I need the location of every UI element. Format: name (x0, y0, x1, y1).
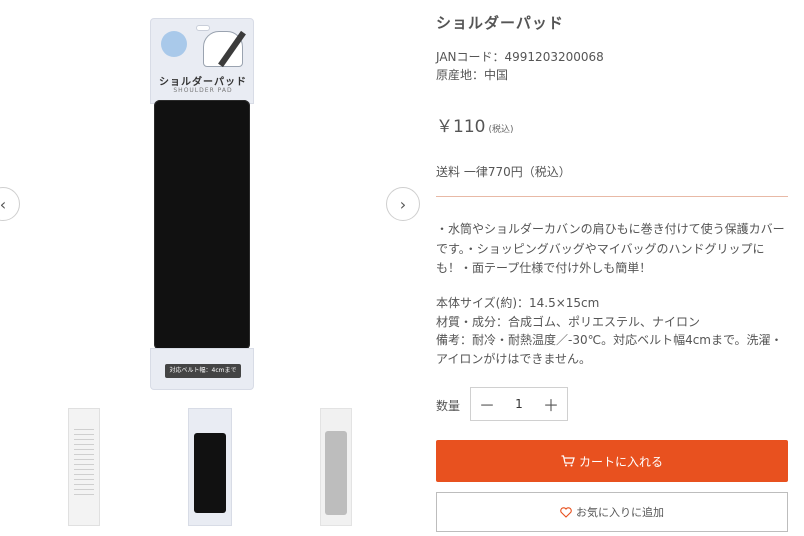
country-of-origin: 原産地：中国 (436, 68, 509, 82)
product-specs: 本体サイズ(約)：14.5×15cm 材質・成分：合成ゴム、ポリエステル、ナイロ… (436, 294, 788, 368)
add-to-cart-label: カートに入れる (578, 454, 663, 469)
package-header: ショルダーパッド SHOULDER PAD (150, 18, 254, 104)
product-info: ショルダーパッド JANコード：4991203200068 原産地：中国 ￥11… (436, 0, 796, 536)
thumbnail-front[interactable] (180, 404, 240, 530)
package-badge (161, 31, 187, 57)
package-title: ショルダーパッド (159, 77, 247, 88)
product-description: ・水筒やショルダーカバンの肩ひもに巻き付けて使う保護カバーです。・ショッピングバ… (436, 222, 785, 275)
cart-icon (561, 455, 575, 467)
chevron-left-icon: ‹ (0, 194, 7, 214)
gallery-prev-button[interactable]: ‹ (0, 187, 20, 221)
product-gallery: ショルダーパッド SHOULDER PAD 対応ベルト幅：4cmまで ‹ › (0, 0, 420, 536)
add-to-favorites-button[interactable]: お気に入りに追加 (436, 492, 788, 532)
black-shoulder-pad (154, 100, 250, 350)
shipping-info: 送料 一律770円（税込） (436, 165, 571, 179)
quantity-decrement-button[interactable]: － (471, 388, 503, 420)
thumbnail-strip (40, 404, 380, 530)
spec-notes: 備考：耐冷・耐熱温度／-30℃。対応ベルト幅4cmまで。洗濯・アイロンがけはでき… (436, 333, 783, 366)
spec-material: 材質・成分：合成ゴム、ポリエステル、ナイロン (436, 314, 701, 329)
quantity-increment-button[interactable]: ＋ (535, 388, 567, 420)
package-footer: 対応ベルト幅：4cmまで (150, 348, 254, 390)
thumbnail-front-image (188, 408, 232, 526)
gallery-next-button[interactable]: › (386, 187, 420, 221)
quantity-label: 数量 (436, 399, 461, 413)
quantity-stepper: － 1 ＋ (470, 387, 568, 421)
divider (436, 196, 788, 197)
chevron-right-icon: › (399, 194, 407, 214)
tax-note: (税込) (488, 125, 514, 135)
main-product-image: ショルダーパッド SHOULDER PAD 対応ベルト幅：4cmまで (150, 18, 254, 390)
thumbnail-gray-pad (325, 431, 347, 515)
belt-width-label: 対応ベルト幅：4cmまで (165, 364, 241, 378)
add-to-cart-button[interactable]: カートに入れる (436, 440, 788, 482)
spec-size: 本体サイズ(約)：14.5×15cm (436, 296, 600, 310)
quantity-input[interactable]: 1 (503, 397, 535, 411)
hang-hole (196, 25, 210, 31)
add-to-favorites-label: お気に入りに追加 (576, 506, 664, 519)
jan-code: JANコード：4991203200068 (436, 50, 604, 64)
thumbnail-gray-image (320, 408, 352, 526)
thumbnail-gray[interactable] (306, 404, 366, 530)
product-title: ショルダーパッド (436, 14, 564, 32)
thumbnail-back-text-lines (74, 429, 94, 499)
thumbnail-back[interactable] (54, 404, 114, 530)
heart-icon (560, 506, 572, 518)
product-price: ￥110 (税込) (436, 112, 513, 137)
package-subtitle: SHOULDER PAD (173, 87, 233, 94)
price-value: ￥110 (436, 117, 486, 137)
thumbnail-back-image (68, 408, 100, 526)
thumbnail-front-pad (194, 433, 226, 513)
